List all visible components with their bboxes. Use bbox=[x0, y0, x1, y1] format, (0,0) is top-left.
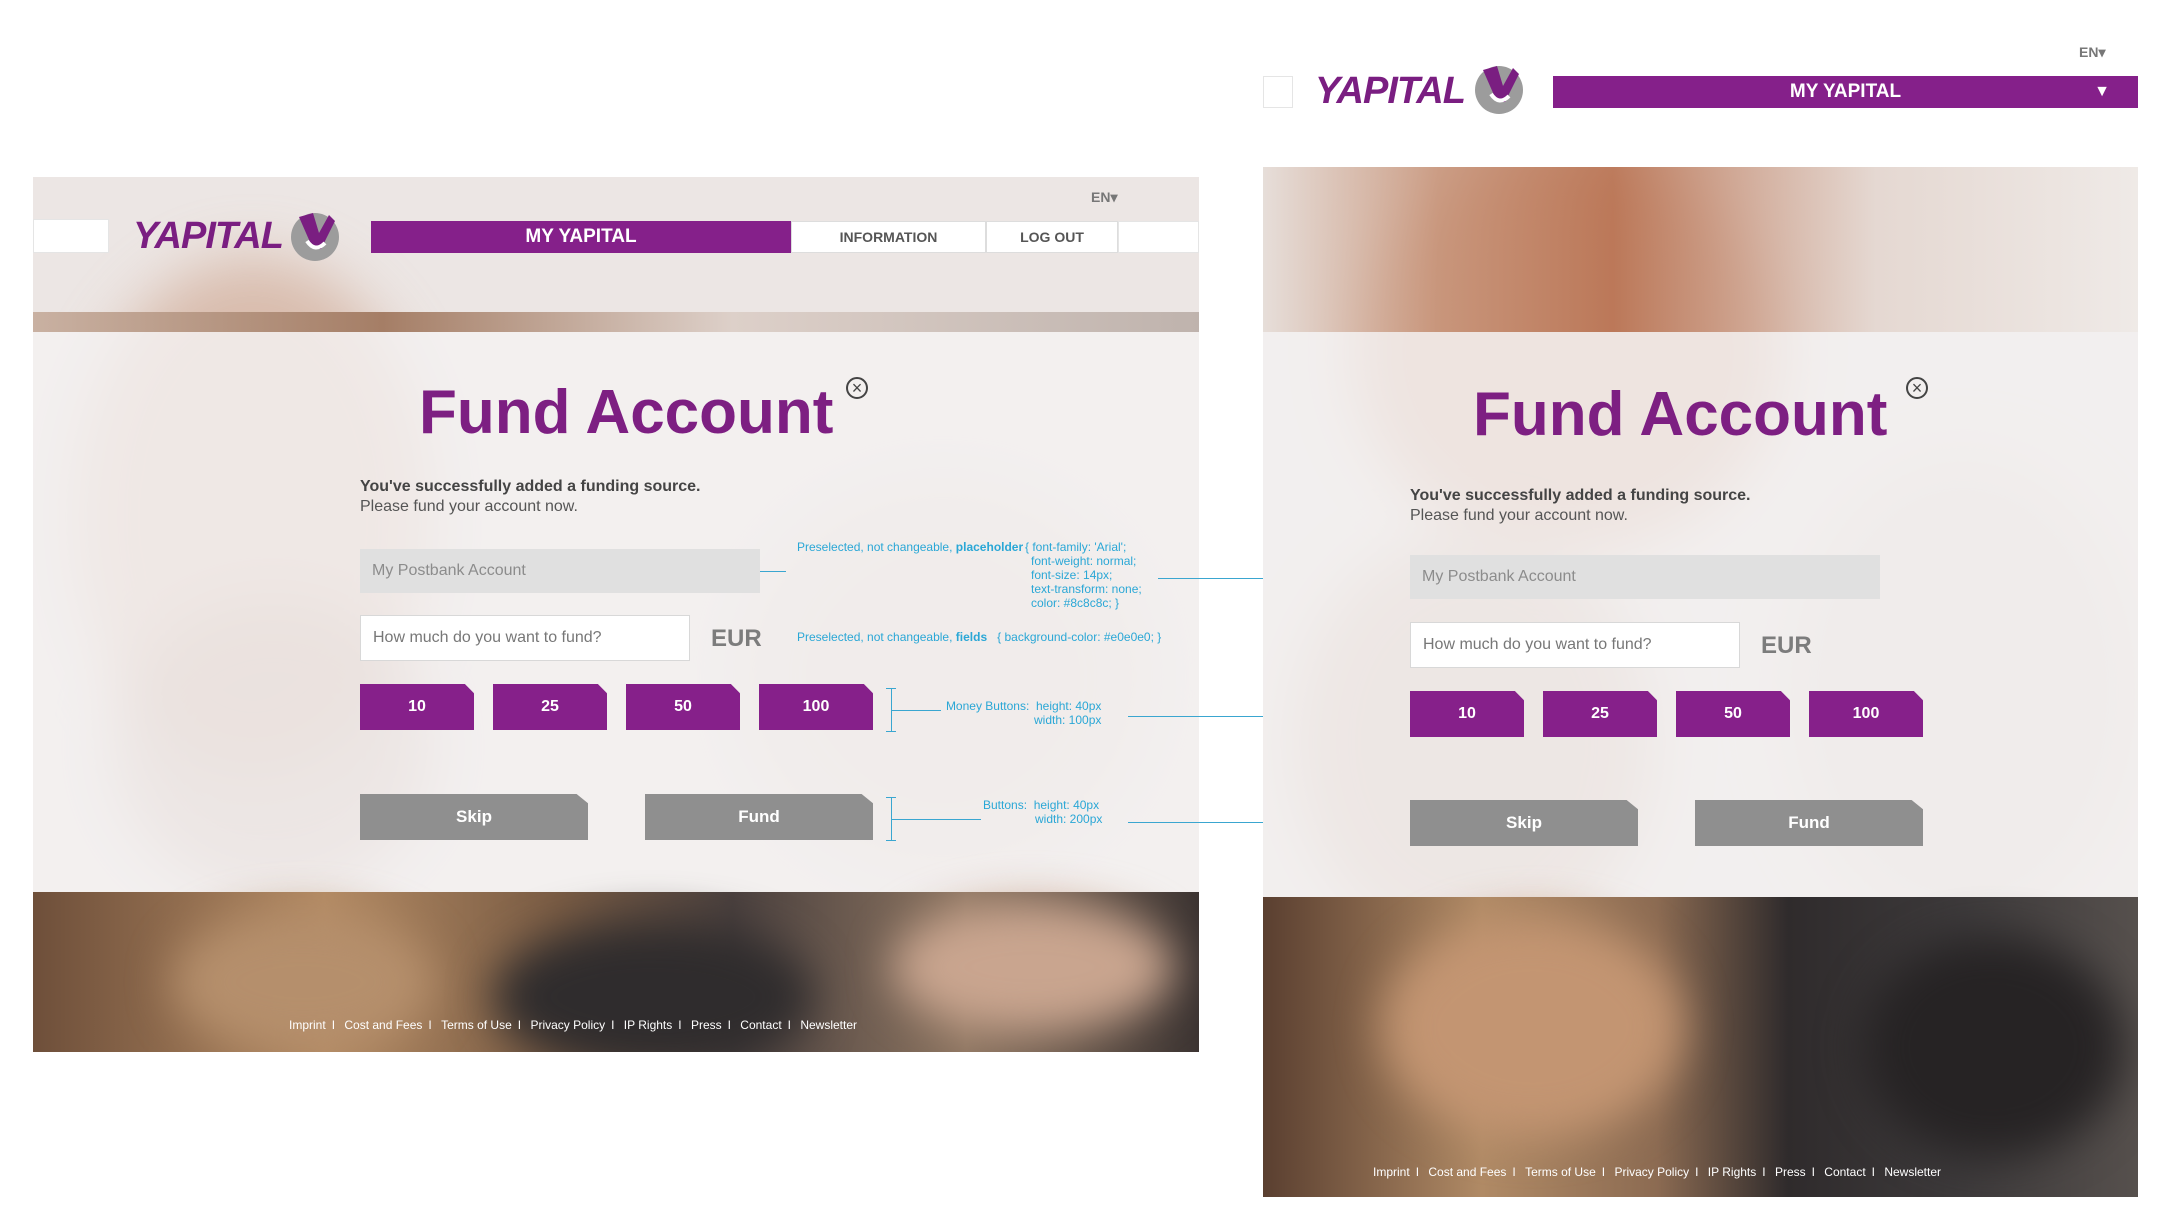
footer-ip-rights[interactable]: IP Rights bbox=[624, 1018, 672, 1032]
footer-terms[interactable]: Terms of Use bbox=[1525, 1165, 1596, 1179]
tablet-mockup: EN▾ YAPITAL MY YAPITAL ▼ Fund Account × … bbox=[1263, 32, 2138, 1197]
placeholder-annotation: Preselected, not changeable, placeholder bbox=[797, 540, 1024, 554]
desktop-mockup: EN▾ YAPITAL MY YAPITAL INFORMATION LOG O… bbox=[33, 177, 1199, 1052]
amount-button-25[interactable]: 25 bbox=[493, 684, 607, 730]
footer-ip-rights[interactable]: IP Rights bbox=[1708, 1165, 1756, 1179]
footer-privacy[interactable]: Privacy Policy bbox=[530, 1018, 605, 1032]
footer-contact[interactable]: Contact bbox=[1824, 1165, 1865, 1179]
success-message: You've successfully added a funding sour… bbox=[360, 478, 701, 495]
nav-my-yapital-dropdown[interactable]: MY YAPITAL ▼ bbox=[1553, 76, 2138, 108]
funding-source-field: My Postbank Account bbox=[1410, 555, 1880, 599]
bracket-cap bbox=[886, 731, 896, 732]
instruction-message: Please fund your account now. bbox=[360, 498, 578, 515]
close-icon[interactable]: × bbox=[1906, 377, 1928, 399]
fields-annotation: Preselected, not changeable, fields { ba… bbox=[797, 630, 1162, 644]
amount-button-50[interactable]: 50 bbox=[626, 684, 740, 730]
money-buttons-annotation: Money Buttons: height: 40px width: 100px bbox=[945, 699, 1102, 727]
annotation-line bbox=[891, 710, 941, 711]
logo-icon[interactable] bbox=[1469, 60, 1529, 116]
success-message: You've successfully added a funding sour… bbox=[1410, 487, 1751, 504]
currency-label: EUR bbox=[1761, 632, 1812, 659]
footer-newsletter[interactable]: Newsletter bbox=[1884, 1165, 1941, 1179]
language-selector[interactable]: EN▾ bbox=[1091, 189, 1117, 206]
footer-photo bbox=[1263, 897, 2138, 1197]
bracket-cap bbox=[886, 840, 896, 841]
footer-cost-fees[interactable]: Cost and Fees bbox=[1428, 1165, 1506, 1179]
footer-links: Imprint I Cost and Fees I Terms of Use I Pr… bbox=[1373, 1165, 1942, 1179]
logo-icon[interactable] bbox=[285, 207, 345, 263]
amount-button-10[interactable]: 10 bbox=[360, 684, 474, 730]
annotation-line bbox=[891, 819, 981, 820]
amount-button-10[interactable]: 10 bbox=[1410, 691, 1524, 737]
footer-press[interactable]: Press bbox=[1775, 1165, 1806, 1179]
chevron-down-icon: ▼ bbox=[2094, 83, 2110, 100]
bracket-cap bbox=[886, 797, 896, 798]
footer-newsletter[interactable]: Newsletter bbox=[800, 1018, 857, 1032]
footer-imprint[interactable]: Imprint bbox=[1373, 1165, 1410, 1179]
footer-cost-fees[interactable]: Cost and Fees bbox=[344, 1018, 422, 1032]
amount-button-100[interactable]: 100 bbox=[759, 684, 873, 730]
skip-button[interactable]: Skip bbox=[1410, 800, 1638, 846]
page-title: Fund Account bbox=[419, 378, 834, 447]
header-left-block bbox=[33, 219, 109, 253]
footer-press[interactable]: Press bbox=[691, 1018, 722, 1032]
placeholder-css-annotation: { font-family: 'Arial'; font-weight: nor… bbox=[1025, 540, 1142, 610]
page-title: Fund Account bbox=[1473, 380, 1888, 449]
close-icon[interactable]: × bbox=[846, 377, 868, 399]
amount-input[interactable]: How much do you want to fund? bbox=[360, 615, 690, 661]
bracket-cap bbox=[886, 688, 896, 689]
buttons-annotation: Buttons: height: 40px width: 200px bbox=[983, 798, 1103, 826]
language-selector[interactable]: EN▾ bbox=[2079, 44, 2105, 61]
amount-button-100[interactable]: 100 bbox=[1809, 691, 1923, 737]
footer-contact[interactable]: Contact bbox=[740, 1018, 781, 1032]
header-right-block bbox=[1118, 221, 1199, 253]
logo-text[interactable]: YAPITAL bbox=[1315, 70, 1466, 113]
logo-text[interactable]: YAPITAL bbox=[133, 215, 284, 258]
footer-links: Imprint I Cost and Fees I Terms of Use I Pr… bbox=[289, 1018, 858, 1032]
currency-label: EUR bbox=[711, 625, 762, 652]
photo-strip bbox=[33, 312, 1199, 332]
nav-label: MY YAPITAL bbox=[1789, 81, 1902, 102]
skip-button[interactable]: Skip bbox=[360, 794, 588, 840]
instruction-message: Please fund your account now. bbox=[1410, 507, 1628, 524]
fund-button[interactable]: Fund bbox=[1695, 800, 1923, 846]
photo-strip bbox=[1263, 167, 2138, 332]
amount-input[interactable]: How much do you want to fund? bbox=[1410, 622, 1740, 668]
footer-terms[interactable]: Terms of Use bbox=[441, 1018, 512, 1032]
footer-imprint[interactable]: Imprint bbox=[289, 1018, 326, 1032]
nav-information[interactable]: INFORMATION bbox=[791, 221, 986, 253]
amount-button-50[interactable]: 50 bbox=[1676, 691, 1790, 737]
footer-privacy[interactable]: Privacy Policy bbox=[1614, 1165, 1689, 1179]
nav-logout[interactable]: LOG OUT bbox=[986, 221, 1118, 253]
nav-my-yapital[interactable]: MY YAPITAL bbox=[371, 221, 791, 253]
funding-source-field: My Postbank Account bbox=[360, 549, 760, 593]
amount-button-25[interactable]: 25 bbox=[1543, 691, 1657, 737]
menu-toggle[interactable] bbox=[1263, 76, 1293, 108]
fund-button[interactable]: Fund bbox=[645, 794, 873, 840]
annotation-line bbox=[760, 571, 786, 572]
